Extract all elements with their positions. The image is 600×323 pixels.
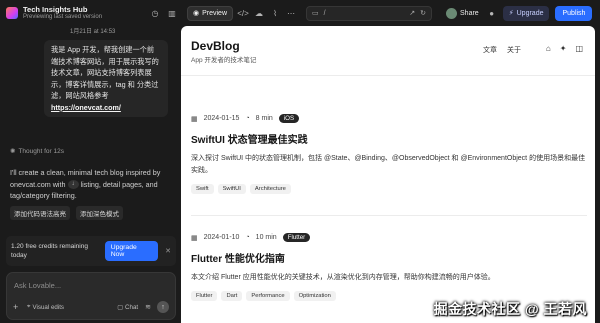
cloud-icon[interactable]: ☁ bbox=[252, 6, 266, 20]
tag-chip[interactable]: Flutter bbox=[191, 291, 218, 301]
upgrade-now-button[interactable]: Upgrade Now bbox=[104, 241, 159, 261]
site-subtitle: App 开发者的技术笔记 bbox=[191, 57, 257, 64]
post-date: 2024-01-10 bbox=[203, 234, 240, 241]
post-excerpt: 深入探讨 SwiftUI 中的状态管理机制，包括 @State、@Binding… bbox=[191, 155, 586, 174]
open-external-icon[interactable]: ↗ bbox=[409, 9, 415, 17]
publish-button[interactable]: Publish bbox=[555, 5, 593, 21]
tag-chip[interactable]: Performance bbox=[246, 291, 290, 301]
message-timestamp: 1月21日 at 14:53 bbox=[70, 29, 116, 35]
site-title[interactable]: DevBlog bbox=[191, 39, 240, 53]
lovable-logo-icon bbox=[6, 7, 18, 19]
site-header: DevBlog App 开发者的技术笔记 文章 关于 ⌂ ✦ ◫ bbox=[181, 26, 595, 76]
chat-mode-button[interactable]: ▢ Chat bbox=[117, 304, 138, 311]
site-nav: 文章 关于 bbox=[483, 45, 521, 55]
github-icon[interactable]: ● bbox=[485, 6, 499, 20]
github-icon[interactable]: ⌂ bbox=[546, 44, 551, 53]
post-card[interactable]: ▦ 2024-01-10 ◔ 10 min Flutter Flutter 性能… bbox=[191, 233, 587, 301]
calendar-icon: ▦ bbox=[191, 234, 198, 242]
address-path: / bbox=[323, 9, 326, 17]
address-bar[interactable]: ▭ / ↗ ↻ bbox=[306, 5, 433, 21]
device-icon: ▭ bbox=[312, 10, 319, 17]
visual-edits-label: Visual edits bbox=[32, 303, 65, 311]
preview-label: Preview bbox=[202, 9, 228, 17]
preview-panel: DevBlog App 开发者的技术笔记 文章 关于 ⌂ ✦ ◫ ▦ 2024-… bbox=[181, 26, 595, 323]
credits-banner: 1.20 free credits remaining today Upgrad… bbox=[6, 236, 176, 266]
post-title[interactable]: Flutter 性能优化指南 bbox=[191, 250, 587, 265]
cursor-icon: ⌖ bbox=[27, 303, 31, 310]
chat-composer[interactable]: Ask Lovable... + ⌖ Visual edits ▢ Chat ≋… bbox=[6, 272, 176, 320]
suggestion-chips: 添加代码语法高亮 添加深色模式 bbox=[10, 206, 123, 220]
suggestion-chip[interactable]: 添加深色模式 bbox=[76, 206, 123, 220]
plus-icon[interactable]: + bbox=[13, 302, 23, 312]
post-card[interactable]: ▦ 2024-01-15 ◔ 8 min iOS SwiftUI 状态管理最佳实… bbox=[191, 114, 587, 194]
post-meta: ▦ 2024-01-10 ◔ 10 min Flutter bbox=[191, 233, 587, 242]
user-message-link[interactable]: https://onevcat.com/ bbox=[51, 103, 121, 112]
share-button[interactable]: Share bbox=[446, 7, 479, 19]
nav-about[interactable]: 关于 bbox=[507, 45, 521, 55]
history-icon[interactable]: ◷ bbox=[148, 6, 162, 20]
post-title[interactable]: SwiftUI 状态管理最佳实践 bbox=[191, 131, 587, 146]
category-badge[interactable]: Flutter bbox=[282, 233, 311, 242]
project-title: Tech Insights Hub bbox=[23, 4, 88, 14]
sidebar-toggle-icon[interactable]: ▥ bbox=[165, 6, 179, 20]
post-date: 2024-01-15 bbox=[203, 115, 240, 122]
chart-icon[interactable]: ⌇ bbox=[268, 6, 282, 20]
assistant-message: I'll create a clean, minimal tech blog i… bbox=[10, 167, 170, 202]
more-icon[interactable]: ⋯ bbox=[284, 6, 298, 20]
chat-panel: 1月21日 at 14:53 我是 App 开发，帮我创建一个前端技术博客网站，… bbox=[0, 26, 178, 323]
tag-chip[interactable]: Dart bbox=[221, 291, 243, 301]
tag-chip[interactable]: Architecture bbox=[249, 184, 291, 194]
watermark: 掘金技术社区 @ 王若风 bbox=[433, 301, 587, 317]
chat-bubble-icon: ▢ bbox=[117, 303, 124, 311]
upgrade-label: Upgrade bbox=[516, 9, 544, 17]
globe-icon: ◉ bbox=[193, 10, 200, 17]
code-icon[interactable]: </> bbox=[236, 6, 250, 20]
scroll-down-icon[interactable]: ↓ bbox=[67, 180, 79, 190]
post-read-time: 8 min bbox=[255, 115, 273, 122]
project-subtitle: Previewing last saved version bbox=[23, 13, 103, 20]
preview-button[interactable]: ◉ Preview bbox=[187, 5, 234, 21]
close-icon[interactable]: ✕ bbox=[165, 247, 171, 255]
upgrade-button[interactable]: ⚡ Upgrade bbox=[502, 5, 550, 21]
credits-text: 1.20 free credits remaining today bbox=[11, 243, 88, 259]
thought-indicator[interactable]: ✺ Thought for 12s bbox=[10, 147, 64, 156]
post-excerpt: 本文介绍 Flutter 应用性能优化的关键技术，从渲染优化到内存管理，帮助你构… bbox=[191, 274, 495, 281]
post-divider bbox=[191, 215, 587, 216]
category-badge[interactable]: iOS bbox=[278, 114, 300, 123]
share-label: Share bbox=[460, 9, 479, 17]
thought-label: Thought for 12s bbox=[18, 147, 64, 155]
twitter-icon[interactable]: ✦ bbox=[560, 44, 567, 53]
mic-icon[interactable]: ≋ bbox=[145, 303, 151, 311]
user-message: 我是 App 开发，帮我创建一个前端技术博客网站，用于展示我写的技术文章，网站支… bbox=[44, 40, 168, 117]
clock-icon: ◔ bbox=[245, 115, 250, 122]
refresh-icon[interactable]: ↻ bbox=[420, 9, 426, 17]
tag-chip[interactable]: Swift bbox=[191, 184, 214, 194]
tag-chip[interactable]: SwiftUI bbox=[217, 184, 246, 194]
nav-articles[interactable]: 文章 bbox=[483, 45, 497, 55]
top-bar: Tech Insights Hub Previewing last saved … bbox=[0, 0, 600, 26]
rss-icon[interactable]: ◫ bbox=[575, 44, 583, 53]
social-links: ⌂ ✦ ◫ bbox=[546, 44, 583, 53]
lightbulb-icon: ✺ bbox=[10, 148, 16, 155]
bolt-icon: ⚡ bbox=[508, 10, 514, 17]
composer-toolbar: + ⌖ Visual edits ▢ Chat ≋ ↑ bbox=[13, 301, 169, 313]
user-message-text: 我是 App 开发，帮我创建一个前端技术博客网站，用于展示我写的技术文章，网站支… bbox=[51, 45, 159, 100]
composer-placeholder: Ask Lovable... bbox=[14, 281, 62, 290]
clock-icon: ◔ bbox=[245, 234, 250, 241]
chat-label: Chat bbox=[125, 303, 139, 311]
calendar-icon: ▦ bbox=[191, 115, 198, 123]
post-read-time: 10 min bbox=[255, 234, 277, 241]
post-meta: ▦ 2024-01-15 ◔ 8 min iOS bbox=[191, 114, 587, 123]
send-button[interactable]: ↑ bbox=[157, 301, 169, 313]
suggestion-chip[interactable]: 添加代码语法高亮 bbox=[10, 206, 70, 220]
visual-edits-button[interactable]: ⌖ Visual edits bbox=[27, 303, 64, 311]
post-tags: Swift SwiftUI Architecture bbox=[191, 184, 587, 194]
tag-chip[interactable]: Optimization bbox=[293, 291, 336, 301]
avatar bbox=[446, 7, 458, 19]
